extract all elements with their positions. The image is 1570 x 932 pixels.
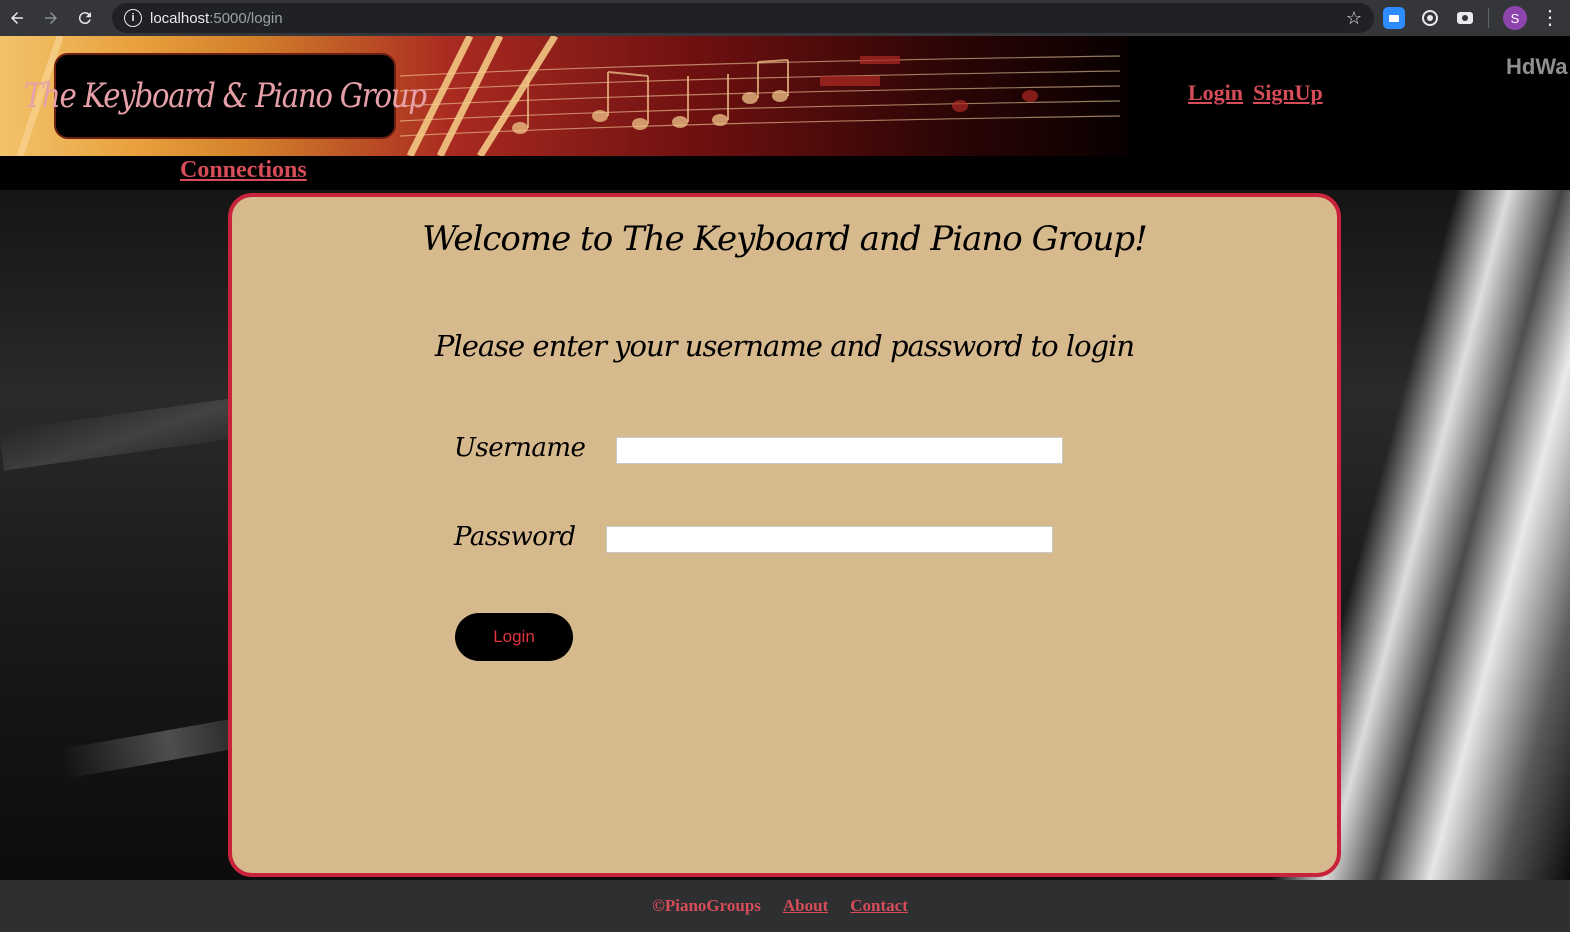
site-footer: ©PianoGroups About Contact [0,880,1570,932]
partial-overlay-text: HdWa [1506,54,1568,79]
auth-links: Login SignUp [1188,80,1323,106]
address-bar[interactable]: i localhost:5000/login ☆ [112,3,1374,33]
target-extension-icon[interactable] [1419,7,1441,29]
site-logo[interactable]: The Keyboard & Piano Group [24,53,427,139]
url-host: localhost [150,9,210,27]
zoom-extension-icon[interactable] [1383,7,1405,29]
more-menu-icon[interactable]: ⋮ [1540,6,1560,30]
reload-icon[interactable] [68,1,102,35]
back-icon[interactable] [0,1,34,35]
footer-copyright: ©PianoGroups [652,896,761,915]
footer-contact-link[interactable]: Contact [850,896,908,916]
signup-link[interactable]: SignUp [1253,80,1323,106]
star-icon[interactable]: ☆ [1346,8,1362,29]
site-header: The Keyboard & Piano Group Login SignUp … [0,36,1570,156]
forward-icon[interactable] [34,1,68,35]
logo-text: The Keyboard & Piano Group [23,76,427,116]
password-input[interactable] [606,526,1053,553]
browser-toolbar: i localhost:5000/login ☆ S ⋮ [0,0,1570,36]
profile-avatar[interactable]: S [1503,6,1527,30]
header-banner: The Keyboard & Piano Group [0,36,1128,156]
password-label: Password [454,522,576,552]
username-input[interactable] [616,437,1063,464]
connections-link[interactable]: Connections [180,157,307,184]
toolbar-divider [1488,8,1489,28]
login-card: Welcome to The Keyboard and Piano Group!… [228,193,1341,877]
login-prompt: Please enter your username and password … [434,329,1135,363]
info-icon[interactable]: i [124,9,142,27]
camera-extension-icon[interactable] [1454,7,1476,29]
welcome-heading: Welcome to The Keyboard and Piano Group! [422,219,1148,259]
footer-about-link[interactable]: About [783,896,828,916]
username-label: Username [454,433,586,463]
login-link[interactable]: Login [1188,80,1243,106]
url-path: :5000/login [209,9,283,27]
nav-bar: Connections [0,156,1570,190]
login-button[interactable]: Login [455,613,573,661]
